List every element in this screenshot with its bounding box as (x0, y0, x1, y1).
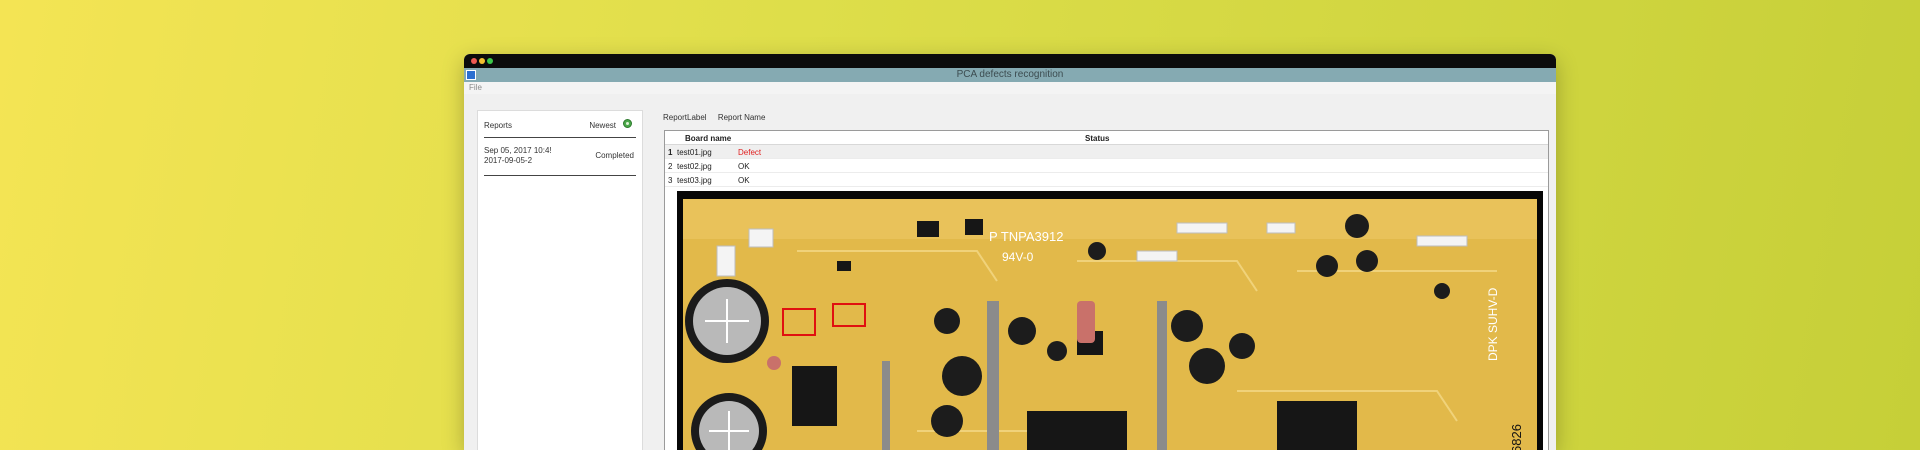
column-header-status[interactable]: Status (1085, 134, 1109, 143)
silkscreen-serial: 6826 (1509, 424, 1524, 450)
boards-table: Board name Status 1 test01.jpg Defect 2 … (664, 130, 1549, 450)
board-image: P TNPA3912 94V-0 DPK SUHV-D 6826 (677, 191, 1543, 450)
reports-header: Reports Newest (484, 111, 636, 138)
capacitor-large (685, 279, 769, 363)
tab-report-label[interactable]: ReportLabel (663, 113, 707, 122)
status-cell: OK (738, 176, 750, 185)
row-number: 1 (668, 148, 673, 157)
board-name-cell: test02.jpg (677, 162, 712, 171)
silkscreen-model: DPK SUHV-D (1486, 287, 1500, 361)
table-header: Board name Status (665, 131, 1548, 145)
board-name-cell: test01.jpg (677, 148, 712, 157)
table-row[interactable]: 3 test03.jpg OK (665, 173, 1548, 187)
reports-label: Reports (484, 121, 513, 130)
status-cell: OK (738, 162, 750, 171)
pcb-top-edge (683, 199, 1537, 239)
report-list-item[interactable]: Sep 05, 2017 10:4! 2017-09-05-2 Complete… (484, 138, 636, 176)
close-window-button[interactable] (471, 58, 477, 64)
app-window: PCA defects recognition File Reports New… (464, 54, 1556, 450)
silkscreen-part-number: P TNPA3912 (989, 229, 1063, 244)
maximize-window-button[interactable] (487, 58, 493, 64)
report-status: Completed (595, 151, 634, 160)
sort-newest-button[interactable]: Newest (589, 121, 616, 130)
pcb-illustration: P TNPA3912 94V-0 DPK SUHV-D 6826 (683, 199, 1537, 450)
minimize-window-button[interactable] (479, 58, 485, 64)
row-number: 3 (668, 176, 673, 185)
window-chrome (464, 54, 1556, 68)
report-tabs: ReportLabel Report Name (663, 113, 774, 122)
table-row[interactable]: 2 test02.jpg OK (665, 159, 1548, 173)
row-number: 2 (668, 162, 673, 171)
title-bar: PCA defects recognition (464, 68, 1556, 82)
menu-file[interactable]: File (469, 83, 482, 92)
menu-bar: File (464, 82, 1556, 94)
reports-sidebar: Reports Newest Sep 05, 2017 10:4! 2017-0… (477, 110, 643, 450)
column-header-board-name[interactable]: Board name (685, 134, 731, 143)
board-name-cell: test03.jpg (677, 176, 712, 185)
main-panel: ReportLabel Report Name Board name Statu… (659, 110, 1549, 450)
report-id: 2017-09-05-2 (484, 156, 533, 165)
window-title: PCA defects recognition (956, 69, 1064, 80)
silkscreen-rating: 94V-0 (1002, 250, 1034, 264)
status-cell: Defect (738, 148, 762, 157)
table-row[interactable]: 1 test01.jpg Defect (665, 145, 1548, 159)
report-date: Sep 05, 2017 10:4! (484, 146, 552, 155)
tab-report-name[interactable]: Report Name (718, 113, 766, 122)
refresh-icon[interactable] (623, 119, 632, 128)
